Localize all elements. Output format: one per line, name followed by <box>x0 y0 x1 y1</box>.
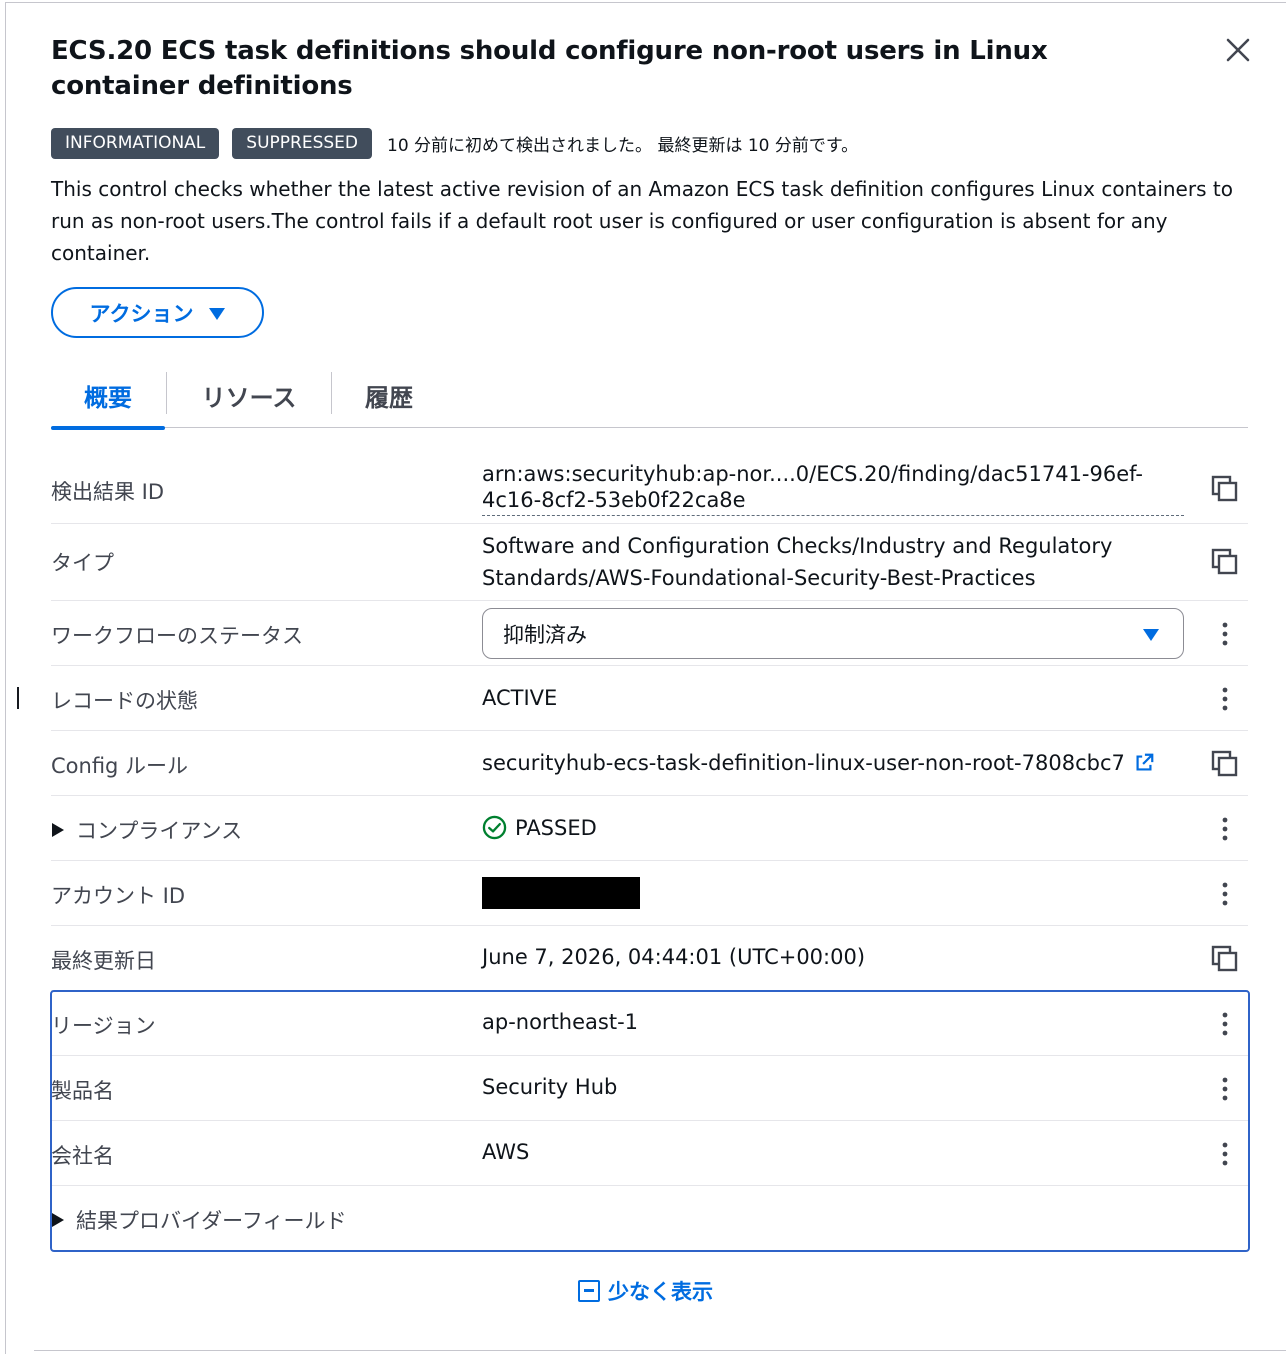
company-name-value: AWS <box>482 1140 530 1164</box>
workflow-status-select[interactable]: 抑制済み <box>482 608 1184 659</box>
type-value: Software and Configuration Checks/Indust… <box>482 534 1113 590</box>
field-row-provider-fields: 結果プロバイダーフィールド <box>51 1186 1248 1250</box>
field-row-product-name: 製品名 Security Hub <box>51 1056 1248 1121</box>
close-button[interactable] <box>1222 34 1254 66</box>
finding-id-value[interactable]: arn:aws:securityhub:ap-nor....0/ECS.20/f… <box>482 461 1184 516</box>
more-options-icon[interactable] <box>1209 1008 1241 1040</box>
actions-button[interactable]: アクション <box>51 287 264 338</box>
config-rule-link[interactable]: securityhub-ecs-task-definition-linux-us… <box>482 751 1155 775</box>
field-row-last-updated: 最終更新日 June 7, 2026, 04:44:01 (UTC+00:00) <box>51 926 1248 991</box>
field-row-region: リージョン ap-northeast-1 <box>51 991 1248 1056</box>
check-circle-icon <box>482 815 507 840</box>
copy-icon[interactable] <box>1209 473 1241 505</box>
provider-fields-expander[interactable]: 結果プロバイダーフィールド <box>45 1205 346 1235</box>
field-label: アカウント ID <box>51 884 186 908</box>
last-updated-value: June 7, 2026, 04:44:01 (UTC+00:00) <box>482 945 866 969</box>
field-label: 検出結果 ID <box>51 480 165 504</box>
field-row-account-id: アカウント ID <box>51 861 1248 926</box>
field-list: 検出結果 ID arn:aws:securityhub:ap-nor....0/… <box>51 456 1248 1250</box>
field-label: レコードの状態 <box>51 689 198 713</box>
badge-row: INFORMATIONAL SUPPRESSED 10 分前に初めて検出されまし… <box>51 127 858 159</box>
tab-resources[interactable]: リソース <box>167 362 331 428</box>
show-less-label: 少なく表示 <box>608 1280 713 1304</box>
field-label: 会社名 <box>51 1144 114 1168</box>
copy-icon[interactable] <box>1209 748 1241 780</box>
config-rule-value: securityhub-ecs-task-definition-linux-us… <box>482 751 1125 775</box>
collapse-icon <box>578 1280 600 1302</box>
field-label: リージョン <box>51 1014 156 1038</box>
more-options-icon[interactable] <box>1209 813 1241 845</box>
panel-title: ECS.20 ECS task definitions should confi… <box>51 36 1048 101</box>
field-label: 製品名 <box>51 1079 114 1103</box>
bottom-divider <box>34 1350 1286 1351</box>
show-less-button[interactable]: 少なく表示 <box>578 1276 713 1306</box>
more-options-icon[interactable] <box>1209 1138 1241 1170</box>
product-name-value: Security Hub <box>482 1075 618 1099</box>
close-icon <box>1226 38 1250 62</box>
record-state-value: ACTIVE <box>482 686 558 710</box>
caret-down-icon <box>209 307 226 320</box>
copy-icon[interactable] <box>1209 546 1241 578</box>
redacted-block <box>482 877 640 909</box>
more-options-icon[interactable] <box>1209 618 1241 650</box>
field-row-config-rule: Config ルール securityhub-ecs-task-definiti… <box>51 731 1248 796</box>
more-options-icon[interactable] <box>1209 1073 1241 1105</box>
tab-overview[interactable]: 概要 <box>51 362 165 430</box>
compliance-value: PASSED <box>515 815 597 840</box>
workflow-badge: SUPPRESSED <box>232 127 372 159</box>
account-id-value <box>482 877 640 914</box>
tab-bar: 概要 リソース 履歴 <box>51 362 1248 430</box>
field-row-finding-id: 検出結果 ID arn:aws:securityhub:ap-nor....0/… <box>51 456 1248 524</box>
field-label: 最終更新日 <box>51 949 156 973</box>
actions-button-label: アクション <box>89 301 194 326</box>
field-label: Config ルール <box>51 754 189 778</box>
more-options-icon[interactable] <box>1209 683 1241 715</box>
copy-icon[interactable] <box>1209 943 1241 975</box>
tab-history[interactable]: 履歴 <box>332 362 446 428</box>
compliance-status: PASSED <box>482 815 597 840</box>
region-value: ap-northeast-1 <box>482 1010 639 1034</box>
field-row-company-name: 会社名 AWS <box>51 1121 1248 1186</box>
external-link-icon <box>1136 753 1154 771</box>
field-row-compliance: コンプライアンス PASSED <box>51 796 1248 861</box>
detected-time-text: 10 分前に初めて検出されました。 最終更新は 10 分前です。 <box>387 135 859 156</box>
resize-handle[interactable] <box>17 687 19 709</box>
field-label: タイプ <box>51 551 114 575</box>
field-row-workflow-status: ワークフローのステータス 抑制済み <box>51 601 1248 666</box>
field-label: ワークフローのステータス <box>51 624 303 648</box>
field-row-record-state: レコードの状態 ACTIVE <box>51 666 1248 731</box>
caret-down-icon <box>1143 629 1159 641</box>
severity-badge: INFORMATIONAL <box>51 127 220 159</box>
compliance-expander[interactable]: コンプライアンス <box>45 815 242 845</box>
more-options-icon[interactable] <box>1209 878 1241 910</box>
workflow-status-value: 抑制済み <box>503 622 587 647</box>
field-row-type: タイプ Software and Configuration Checks/In… <box>51 524 1248 601</box>
control-description: This control checks whether the latest a… <box>51 177 1233 265</box>
